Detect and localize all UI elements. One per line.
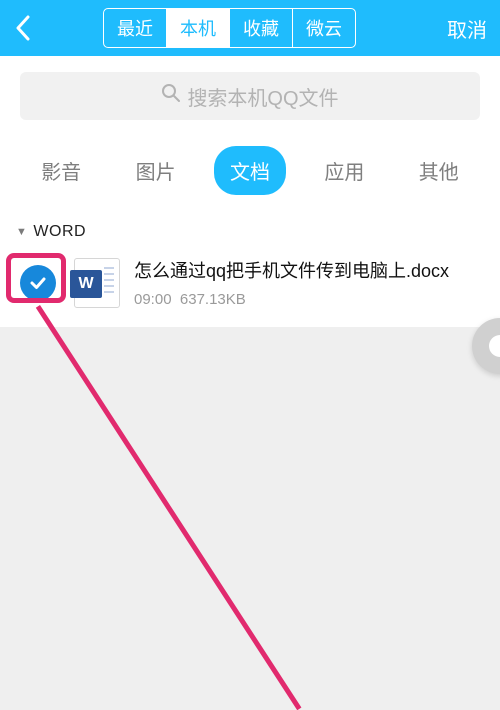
- file-size: 637.13KB: [180, 291, 246, 308]
- search-input[interactable]: 搜索本机QQ文件: [20, 72, 480, 120]
- search-section: 搜索本机QQ文件: [0, 56, 500, 136]
- file-checkbox[interactable]: [12, 257, 64, 309]
- back-button[interactable]: [3, 0, 43, 56]
- file-name: 怎么通过qq把手机文件传到电脑上.docx: [134, 258, 488, 284]
- tab-documents[interactable]: 文档: [214, 146, 286, 195]
- annotation-arrow-line: [36, 305, 302, 710]
- word-badge-letter: W: [70, 270, 102, 298]
- segment-local[interactable]: 本机: [167, 9, 230, 47]
- search-placeholder: 搜索本机QQ文件: [187, 82, 338, 111]
- file-time: 09:00: [134, 291, 172, 308]
- file-row[interactable]: W 怎么通过qq把手机文件传到电脑上.docx 09:00 637.13KB: [0, 247, 500, 327]
- segment-recent[interactable]: 最近: [104, 9, 167, 47]
- section-title: WORD: [33, 223, 86, 241]
- section-header[interactable]: ▼ WORD: [0, 213, 500, 247]
- segment-weiyun[interactable]: 微云: [293, 9, 355, 47]
- word-file-icon: W: [74, 258, 120, 308]
- chevron-left-icon: [15, 15, 31, 41]
- segment-favorites[interactable]: 收藏: [230, 9, 293, 47]
- tab-images[interactable]: 图片: [120, 146, 192, 195]
- triangle-down-icon: ▼: [16, 226, 27, 238]
- file-meta: 09:00 637.13KB: [134, 291, 488, 308]
- tab-other[interactable]: 其他: [403, 146, 475, 195]
- file-info: 怎么通过qq把手机文件传到电脑上.docx 09:00 637.13KB: [134, 258, 488, 307]
- header-bar: 最近 本机 收藏 微云 取消: [0, 0, 500, 56]
- search-icon: [161, 83, 181, 109]
- category-tabs: 影音 图片 文档 应用 其他: [0, 136, 500, 213]
- check-circle-icon: [20, 265, 56, 301]
- source-segmented-control: 最近 本机 收藏 微云: [103, 8, 356, 48]
- cancel-button[interactable]: 取消: [447, 14, 497, 43]
- tab-apps[interactable]: 应用: [308, 146, 380, 195]
- tab-media[interactable]: 影音: [25, 146, 97, 195]
